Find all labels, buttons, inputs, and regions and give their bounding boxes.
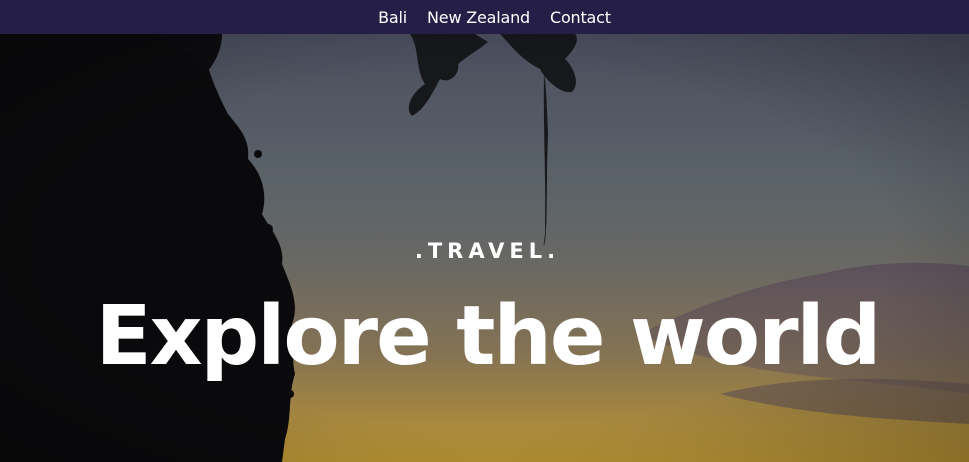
hero-section: .TRAVEL. Explore the world <box>0 34 969 462</box>
top-nav: Bali New Zealand Contact <box>0 0 969 34</box>
hero-kicker: .TRAVEL. <box>414 239 561 263</box>
nav-link-bali[interactable]: Bali <box>378 8 407 27</box>
nav-link-contact[interactable]: Contact <box>550 8 611 27</box>
hero-headline: Explore the world <box>95 289 882 384</box>
nav-link-new-zealand[interactable]: New Zealand <box>427 8 530 27</box>
